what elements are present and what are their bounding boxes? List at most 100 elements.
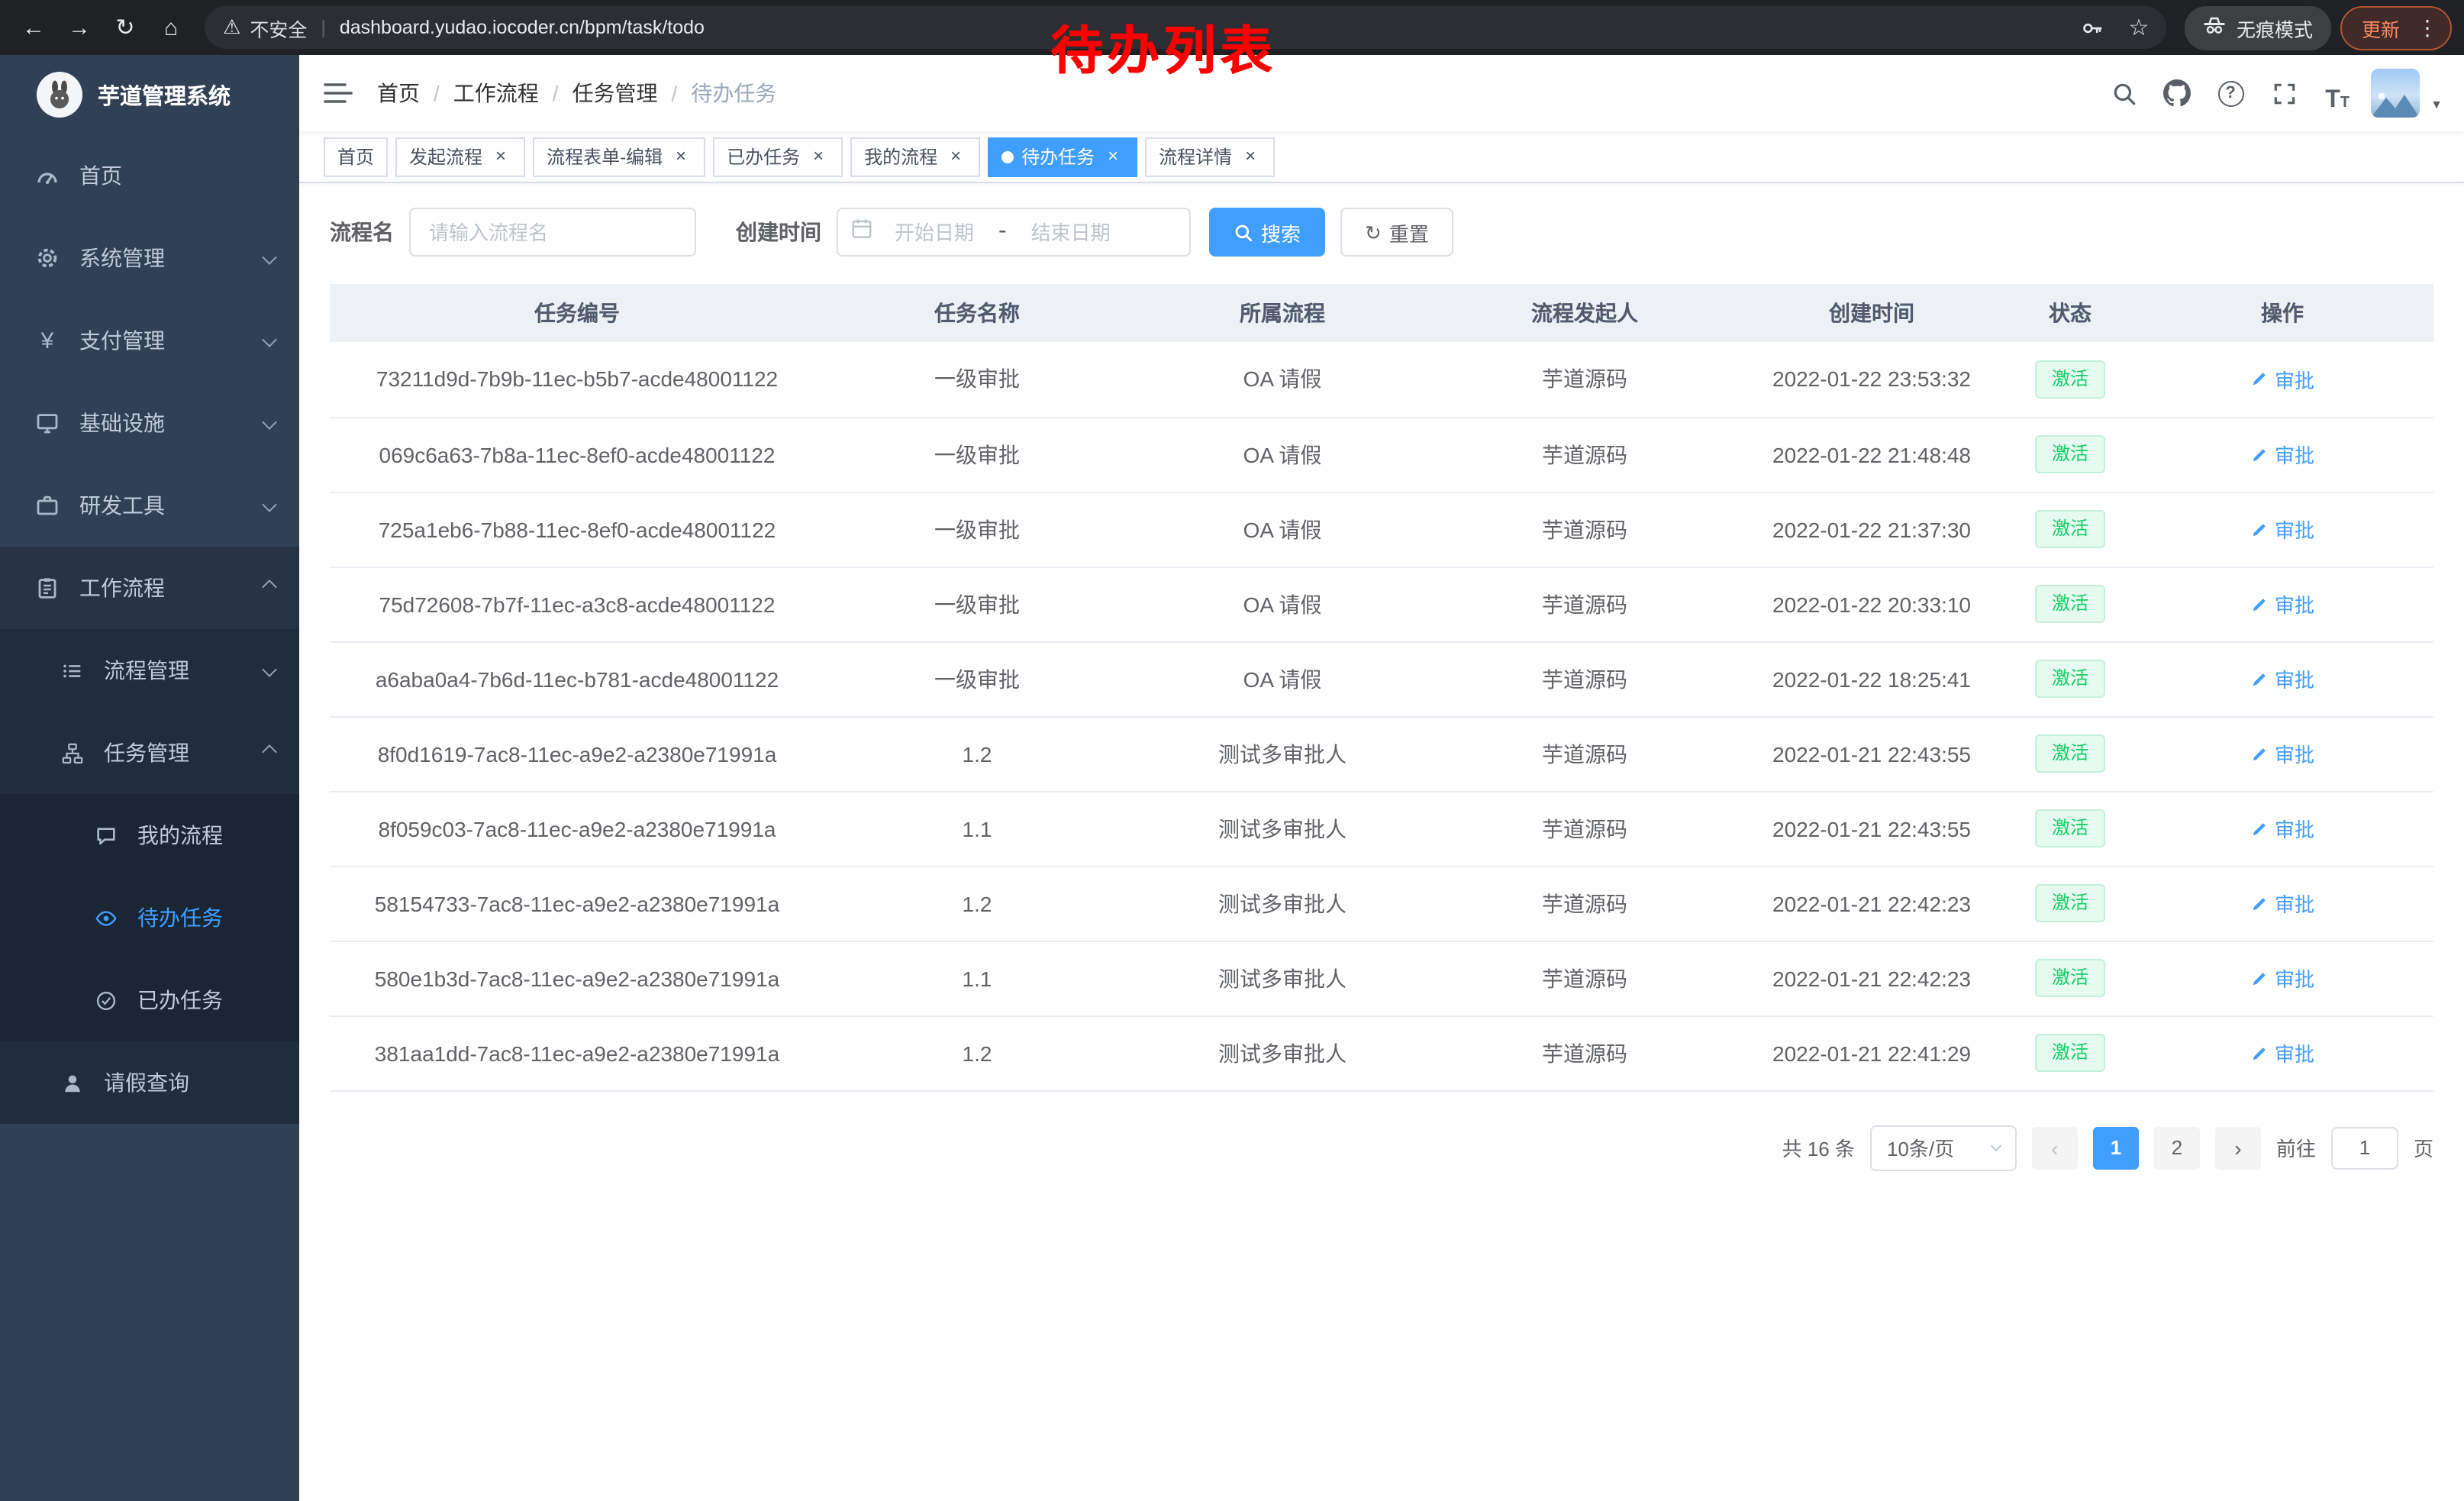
- tabs-bar: 首页 发起流程 × 流程表单-编辑 × 已办任务 ×: [299, 131, 2464, 183]
- browser-home-icon[interactable]: ⌂: [150, 6, 192, 49]
- initiator-cell: 芋道源码: [1435, 866, 1734, 941]
- column-initiator: 流程发起人: [1435, 284, 1734, 342]
- fullscreen-icon[interactable]: [2264, 73, 2304, 113]
- close-icon[interactable]: ×: [670, 146, 692, 167]
- close-icon[interactable]: ×: [945, 146, 966, 167]
- github-icon[interactable]: [2157, 73, 2197, 113]
- page-2-button[interactable]: 2: [2154, 1126, 2200, 1169]
- task-name-cell: 1.2: [824, 1015, 1130, 1090]
- font-size-icon[interactable]: TT: [2317, 73, 2357, 113]
- process-name-input[interactable]: [409, 208, 696, 257]
- date-range-picker[interactable]: -: [837, 208, 1191, 257]
- sidebar-item-infrastructure[interactable]: 基础设施: [0, 382, 299, 464]
- approve-button[interactable]: 审批: [2250, 664, 2314, 693]
- approve-button[interactable]: 审批: [2250, 365, 2314, 394]
- sidebar-item-leave-query[interactable]: 请假查询: [0, 1041, 299, 1124]
- sidebar-item-my-processes[interactable]: 我的流程: [0, 794, 299, 876]
- action-cell: 审批: [2131, 417, 2433, 492]
- password-key-icon[interactable]: [2075, 9, 2111, 46]
- table-row: 8f059c03-7ac8-11ec-a9e2-a2380e71991a 1.1…: [330, 791, 2433, 866]
- process-cell: OA 请假: [1130, 492, 1435, 567]
- prev-page-button[interactable]: ‹: [2032, 1126, 2078, 1169]
- reset-button[interactable]: ↻ 重置: [1340, 208, 1453, 257]
- status-cell: 激活: [2009, 941, 2131, 1015]
- search-button[interactable]: 搜索: [1209, 208, 1325, 257]
- start-date-input[interactable]: [876, 219, 992, 245]
- next-page-button[interactable]: ›: [2215, 1126, 2261, 1169]
- tab-initiate-process[interactable]: 发起流程 ×: [395, 137, 525, 176]
- breadcrumb-workflow[interactable]: 工作流程: [453, 78, 539, 108]
- bookmark-star-icon[interactable]: ☆: [2121, 9, 2157, 46]
- sidebar-item-home[interactable]: 首页: [0, 134, 299, 217]
- initiator-cell: 芋道源码: [1435, 641, 1734, 716]
- chevron-down-icon: [262, 249, 277, 264]
- sidebar-item-workflow[interactable]: 工作流程: [0, 547, 299, 629]
- tab-todo-tasks[interactable]: 待办任务 ×: [988, 137, 1137, 176]
- page-size-select[interactable]: 10条/页: [1870, 1125, 2017, 1170]
- chevron-down-icon: [262, 414, 277, 429]
- help-icon[interactable]: ?: [2211, 73, 2250, 113]
- column-created-time: 创建时间: [1734, 284, 2009, 342]
- page-1-button[interactable]: 1: [2093, 1126, 2139, 1169]
- approve-button[interactable]: 审批: [2250, 889, 2314, 918]
- approve-button[interactable]: 审批: [2250, 515, 2314, 544]
- sidebar-item-todo-tasks[interactable]: 待办任务: [0, 876, 299, 959]
- browser-back-icon[interactable]: ←: [12, 6, 55, 49]
- tab-done-tasks[interactable]: 已办任务 ×: [713, 137, 843, 176]
- close-icon[interactable]: ×: [490, 146, 511, 167]
- search-button-label: 搜索: [1261, 218, 1301, 247]
- status-cell: 激活: [2009, 1015, 2131, 1090]
- action-cell: 审批: [2131, 791, 2433, 866]
- browser-forward-icon[interactable]: →: [58, 6, 101, 49]
- chevron-down-icon: [1991, 1141, 2001, 1151]
- close-icon[interactable]: ×: [808, 146, 829, 167]
- table-row: 73211d9d-7b9b-11ec-b5b7-acde48001122 一级审…: [330, 342, 2433, 417]
- column-status: 状态: [2009, 284, 2131, 342]
- caret-down-icon[interactable]: ▼: [2430, 98, 2443, 111]
- close-icon[interactable]: ×: [1102, 146, 1124, 167]
- tab-process-detail[interactable]: 流程详情 ×: [1145, 137, 1275, 176]
- sidebar-item-payment-mgmt[interactable]: ¥ 支付管理: [0, 299, 299, 382]
- toolbox-icon: [34, 493, 61, 518]
- browser-menu-icon[interactable]: ⋮: [2412, 15, 2443, 40]
- table-row: 75d72608-7b7f-11ec-a3c8-acde48001122 一级审…: [330, 567, 2433, 641]
- end-date-input[interactable]: [1013, 219, 1129, 245]
- sidebar-item-process-mgmt[interactable]: 流程管理: [0, 629, 299, 712]
- close-icon[interactable]: ×: [1240, 146, 1261, 167]
- task-name-cell: 一级审批: [824, 567, 1130, 641]
- browser-reload-icon[interactable]: ↻: [104, 6, 147, 49]
- breadcrumb-task-mgmt[interactable]: 任务管理: [572, 78, 658, 108]
- screen: ← → ↻ ⌂ ⚠ 不安全 | dashboard.yudao.iocoder.…: [0, 0, 2464, 1501]
- process-cell: OA 请假: [1130, 417, 1435, 492]
- breadcrumb-home[interactable]: 首页: [377, 78, 420, 108]
- created-time-cell: 2022-01-22 21:48:48: [1734, 417, 2009, 492]
- approve-button[interactable]: 审批: [2250, 964, 2314, 993]
- browser-update-button[interactable]: 更新 ⋮: [2340, 5, 2452, 50]
- edit-pen-icon: [2250, 894, 2269, 912]
- sidebar-item-done-tasks[interactable]: 已办任务: [0, 959, 299, 1041]
- task-name-cell: 1.2: [824, 716, 1130, 791]
- sidebar-collapse-button[interactable]: [324, 81, 353, 105]
- sidebar-item-label: 待办任务: [137, 902, 223, 933]
- breadcrumb-separator: /: [434, 81, 440, 105]
- approve-button[interactable]: 审批: [2250, 1038, 2314, 1067]
- tab-label: 已办任务: [727, 144, 800, 169]
- sidebar-item-task-mgmt[interactable]: 任务管理: [0, 712, 299, 794]
- goto-page-input[interactable]: [2331, 1126, 2398, 1169]
- tab-process-form-edit[interactable]: 流程表单-编辑 ×: [533, 137, 705, 176]
- approve-button[interactable]: 审批: [2250, 589, 2314, 618]
- app-logo-row[interactable]: 芋道管理系统: [0, 55, 299, 134]
- approve-button[interactable]: 审批: [2250, 440, 2314, 469]
- search-icon[interactable]: [2104, 73, 2143, 113]
- approve-button[interactable]: 审批: [2250, 814, 2314, 843]
- tab-my-processes[interactable]: 我的流程 ×: [850, 137, 980, 176]
- task-id-cell: 381aa1dd-7ac8-11ec-a9e2-a2380e71991a: [330, 1015, 824, 1090]
- sidebar-item-system-mgmt[interactable]: 系统管理: [0, 217, 299, 299]
- action-cell: 审批: [2131, 866, 2433, 941]
- tab-home[interactable]: 首页: [324, 137, 388, 176]
- sidebar-item-dev-tools[interactable]: 研发工具: [0, 464, 299, 547]
- user-avatar[interactable]: [2371, 69, 2420, 118]
- status-badge: 激活: [2035, 435, 2105, 473]
- approve-button[interactable]: 审批: [2250, 739, 2314, 768]
- refresh-icon: ↻: [1365, 222, 1382, 242]
